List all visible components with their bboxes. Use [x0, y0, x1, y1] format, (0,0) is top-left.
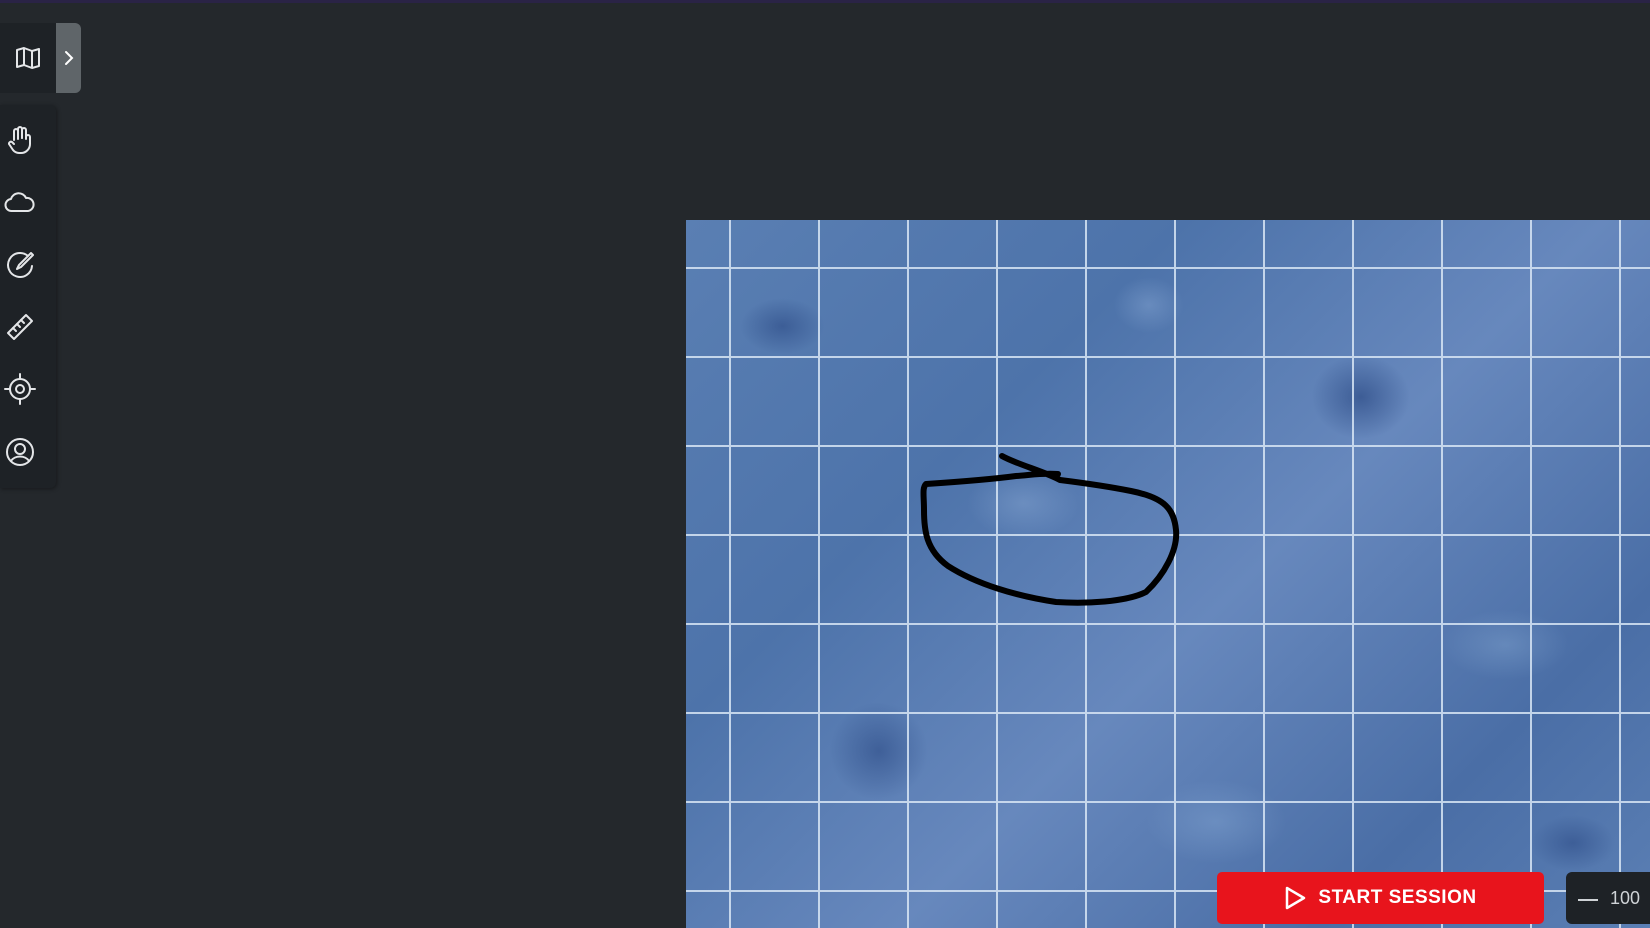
drawing-tool-button[interactable] — [0, 244, 40, 284]
freehand-drawing[interactable] — [920, 453, 1180, 606]
map-selector-group — [0, 23, 81, 93]
fog-tool-button[interactable] — [0, 183, 40, 223]
pointer-tool-button[interactable] — [0, 369, 40, 409]
play-icon — [1284, 886, 1306, 910]
user-circle-icon — [4, 436, 36, 468]
app-window: START SESSION 100 — [0, 0, 1650, 928]
crosshair-icon — [4, 373, 36, 405]
hand-icon — [6, 125, 34, 155]
note-tool-button[interactable] — [0, 432, 40, 472]
cloud-icon — [4, 191, 36, 215]
move-tool-button[interactable] — [0, 120, 40, 160]
zoom-out-button[interactable] — [1566, 872, 1610, 924]
pencil-circle-icon — [4, 248, 36, 280]
start-session-label: START SESSION — [1318, 887, 1477, 908]
start-session-button[interactable]: START SESSION — [1217, 872, 1544, 924]
zoom-control: 100 — [1566, 872, 1650, 924]
tool-bar — [0, 105, 56, 488]
zoom-value: 100 — [1610, 887, 1641, 908]
chevron-right-icon — [64, 50, 74, 66]
map-canvas[interactable] — [686, 220, 1650, 928]
measure-tool-button[interactable] — [0, 307, 40, 347]
map-grid — [686, 220, 1650, 928]
ruler-icon — [5, 312, 35, 342]
minus-icon — [1578, 889, 1598, 907]
map-icon — [15, 46, 41, 70]
top-strip — [0, 0, 1650, 3]
select-map-button[interactable] — [0, 23, 56, 93]
expand-map-settings-button[interactable] — [56, 23, 81, 93]
